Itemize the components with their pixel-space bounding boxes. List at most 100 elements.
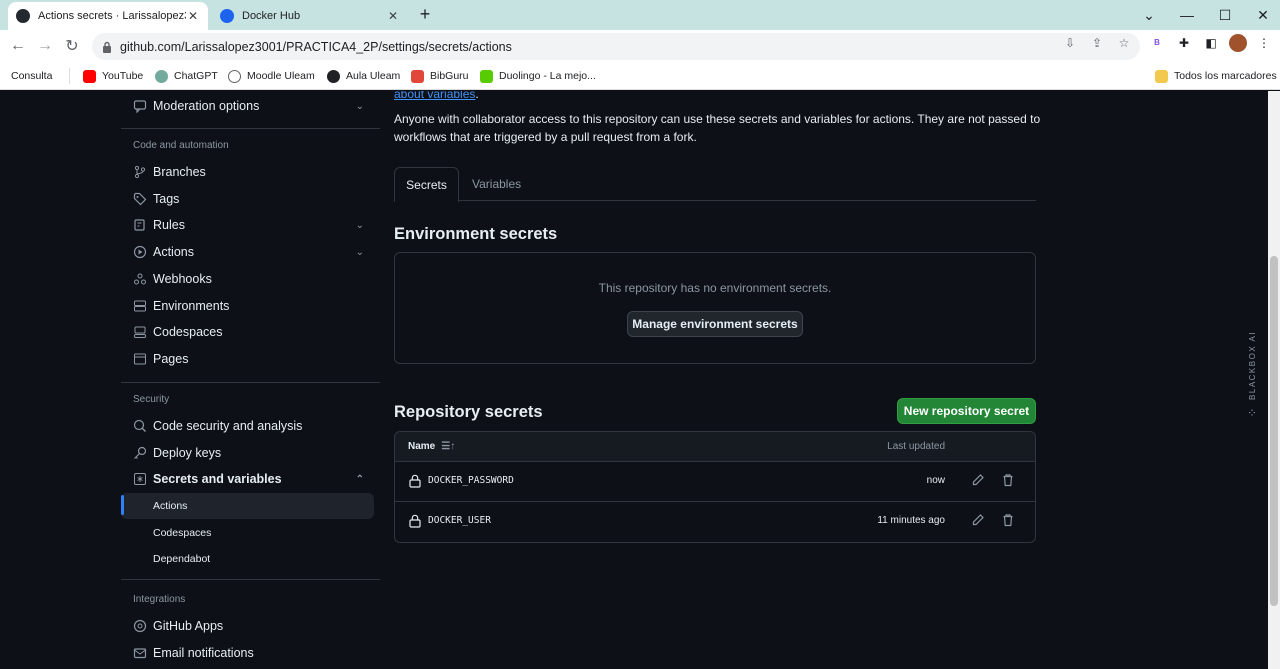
branch-icon — [133, 165, 147, 179]
secret-updated: 11 minutes ago — [877, 515, 945, 526]
sidebar-item-branches[interactable]: Branches — [121, 159, 374, 185]
bookmark-label: ChatGPT — [174, 70, 218, 82]
secret-name: DOCKER_PASSWORD — [428, 475, 514, 486]
new-tab-button[interactable]: + — [416, 5, 434, 24]
sidebar-item-label: Codespaces — [153, 325, 223, 339]
scrollbar-thumb[interactable] — [1270, 256, 1278, 606]
browser-tab-docker[interactable]: Docker Hub ✕ — [212, 2, 408, 30]
sidebar-item-webhooks[interactable]: Webhooks — [121, 266, 374, 292]
bookmark-chatgpt[interactable]: ChatGPT — [155, 68, 218, 84]
sidebar-item-label: Actions — [153, 245, 194, 259]
url-text: github.com/Larissalopez3001/PRACTICA4_2P… — [120, 39, 512, 54]
sidebar-subitem-dependabot[interactable]: Dependabot — [121, 546, 374, 572]
new-repository-secret-button[interactable]: New repository secret — [897, 398, 1036, 424]
manage-environment-secrets-button[interactable]: Manage environment secrets — [627, 311, 803, 337]
grid-icon: ⁘ — [1246, 405, 1258, 420]
sidebar-item-github-apps[interactable]: GitHub Apps — [121, 613, 374, 639]
tab-search-chevron-icon[interactable]: ⌄ — [1140, 6, 1158, 24]
sidebar-heading-integrations: Integrations — [133, 594, 186, 605]
sidebar-item-label: Email notifications — [153, 646, 254, 660]
about-variables-link[interactable]: about variables — [394, 91, 475, 101]
bookmark-aula-uleam[interactable]: Aula Uleam — [327, 68, 400, 84]
sidebar-item-secrets-variables[interactable]: Secrets and variables ⌃ — [121, 466, 374, 492]
play-icon — [133, 245, 147, 259]
sort-by-name[interactable]: Name ☰↑ — [408, 441, 455, 452]
sidebar-subitem-codespaces[interactable]: Codespaces — [121, 520, 374, 546]
browser-tab-github[interactable]: Actions secrets · Larissalopez3001 ✕ — [8, 2, 208, 30]
bookmark-youtube[interactable]: YouTube — [83, 68, 143, 84]
back-arrow-icon[interactable]: ← — [9, 37, 27, 55]
browser-toolbar: ← → ↻ github.com/Larissalopez3001/PRACTI… — [0, 30, 1280, 62]
bookmark-label: Consulta — [11, 70, 53, 82]
all-bookmarks[interactable]: Todos los marcadores — [1155, 68, 1277, 84]
bookmark-label: BibGuru — [430, 70, 469, 82]
asterisk-icon — [133, 472, 147, 486]
maximize-icon[interactable]: ☐ — [1216, 6, 1234, 24]
close-tab-icon[interactable]: ✕ — [186, 9, 200, 23]
address-bar[interactable]: github.com/Larissalopez3001/PRACTICA4_2P… — [92, 33, 1140, 60]
tab-secrets[interactable]: Secrets — [394, 167, 459, 202]
github-favicon-icon — [16, 9, 30, 23]
youtube-icon — [83, 69, 96, 83]
moodle-icon — [228, 69, 241, 83]
bookmark-consulta[interactable]: Consulta — [11, 68, 52, 84]
secrets-variables-tabs: Secrets Variables — [394, 167, 1036, 202]
sidebar-subitem-actions[interactable]: Actions — [121, 493, 374, 519]
pencil-icon[interactable] — [971, 473, 985, 487]
close-tab-icon[interactable]: ✕ — [386, 9, 400, 23]
empty-state-text: This repository has no environment secre… — [598, 281, 832, 295]
sidebar-item-codespaces[interactable]: Codespaces — [121, 319, 374, 345]
chevron-down-icon: ⌄ — [355, 219, 364, 231]
reload-icon[interactable]: ↻ — [63, 37, 81, 55]
bookmark-bibguru[interactable]: BibGuru — [411, 68, 469, 84]
sidebar-item-email-notifications[interactable]: Email notifications — [121, 640, 374, 666]
sidebar-item-code-security[interactable]: Code security and analysis — [121, 413, 374, 439]
secret-name: DOCKER_USER — [428, 515, 491, 526]
sidebar-item-deploy-keys[interactable]: Deploy keys — [121, 440, 374, 466]
bookmark-moodle[interactable]: Moodle Uleam — [228, 68, 315, 84]
environment-secrets-box: This repository has no environment secre… — [394, 252, 1036, 364]
extension-b-icon[interactable]: B — [1149, 35, 1165, 51]
more-menu-icon[interactable]: ⋮ — [1256, 35, 1272, 51]
blackbox-ai-extension[interactable]: BLACKBOX AI ⁘ — [1238, 331, 1266, 441]
install-app-icon[interactable]: ⇩ — [1062, 35, 1078, 51]
repository-secrets-heading: Repository secrets — [394, 403, 543, 421]
github-settings-page: Moderation options ⌄ Code and automation… — [0, 91, 1268, 669]
bibguru-icon — [411, 69, 424, 83]
repository-secrets-table: Name ☰↑ Last updated DOCKER_PASSWORD now … — [394, 431, 1036, 543]
pencil-icon[interactable] — [971, 513, 985, 527]
docker-favicon-icon — [220, 9, 234, 23]
page-scrollbar[interactable] — [1268, 91, 1280, 669]
side-panel-icon[interactable]: ◧ — [1203, 35, 1219, 51]
minimize-icon[interactable]: — — [1178, 6, 1196, 24]
sidebar-item-label: Rules — [153, 218, 185, 232]
lock-icon — [103, 41, 111, 53]
environment-secrets-heading: Environment secrets — [394, 225, 558, 243]
sidebar-item-environments[interactable]: Environments — [121, 293, 374, 319]
sidebar-item-pages[interactable]: Pages — [121, 346, 374, 372]
bookmark-star-icon[interactable]: ☆ — [1116, 35, 1132, 51]
sidebar-item-tags[interactable]: Tags — [121, 186, 374, 212]
sidebar-item-label: Code security and analysis — [153, 419, 303, 433]
column-name: Name — [408, 441, 436, 452]
share-icon[interactable]: ⇪ — [1089, 35, 1105, 51]
tab-variables[interactable]: Variables — [472, 167, 521, 201]
profile-avatar[interactable] — [1229, 34, 1247, 52]
sidebar-item-label: Moderation options — [153, 99, 260, 113]
bookmark-label: Moodle Uleam — [247, 70, 315, 82]
sidebar-subitem-label: Codespaces — [153, 527, 212, 539]
close-window-icon[interactable]: ✕ — [1254, 6, 1272, 24]
sidebar-item-rules[interactable]: Rules ⌄ — [121, 212, 374, 238]
bookmark-duolingo[interactable]: Duolingo - La mejo... — [480, 68, 596, 84]
sidebar-item-label: Webhooks — [153, 272, 212, 286]
sidebar-item-actions[interactable]: Actions ⌄ — [121, 239, 374, 265]
about-variables-text: about variables. — [394, 91, 479, 103]
extensions-puzzle-icon[interactable]: ✚ — [1176, 35, 1192, 51]
sidebar-item-moderation[interactable]: Moderation options ⌄ — [121, 93, 374, 119]
bookmarks-bar: Consulta YouTube ChatGPT Moodle Uleam Au… — [0, 62, 1280, 90]
browser-icon — [133, 352, 147, 366]
trash-icon[interactable] — [1001, 473, 1015, 487]
trash-icon[interactable] — [1001, 513, 1015, 527]
sidebar-heading-security: Security — [133, 394, 170, 405]
forward-arrow-icon[interactable]: → — [36, 37, 54, 55]
